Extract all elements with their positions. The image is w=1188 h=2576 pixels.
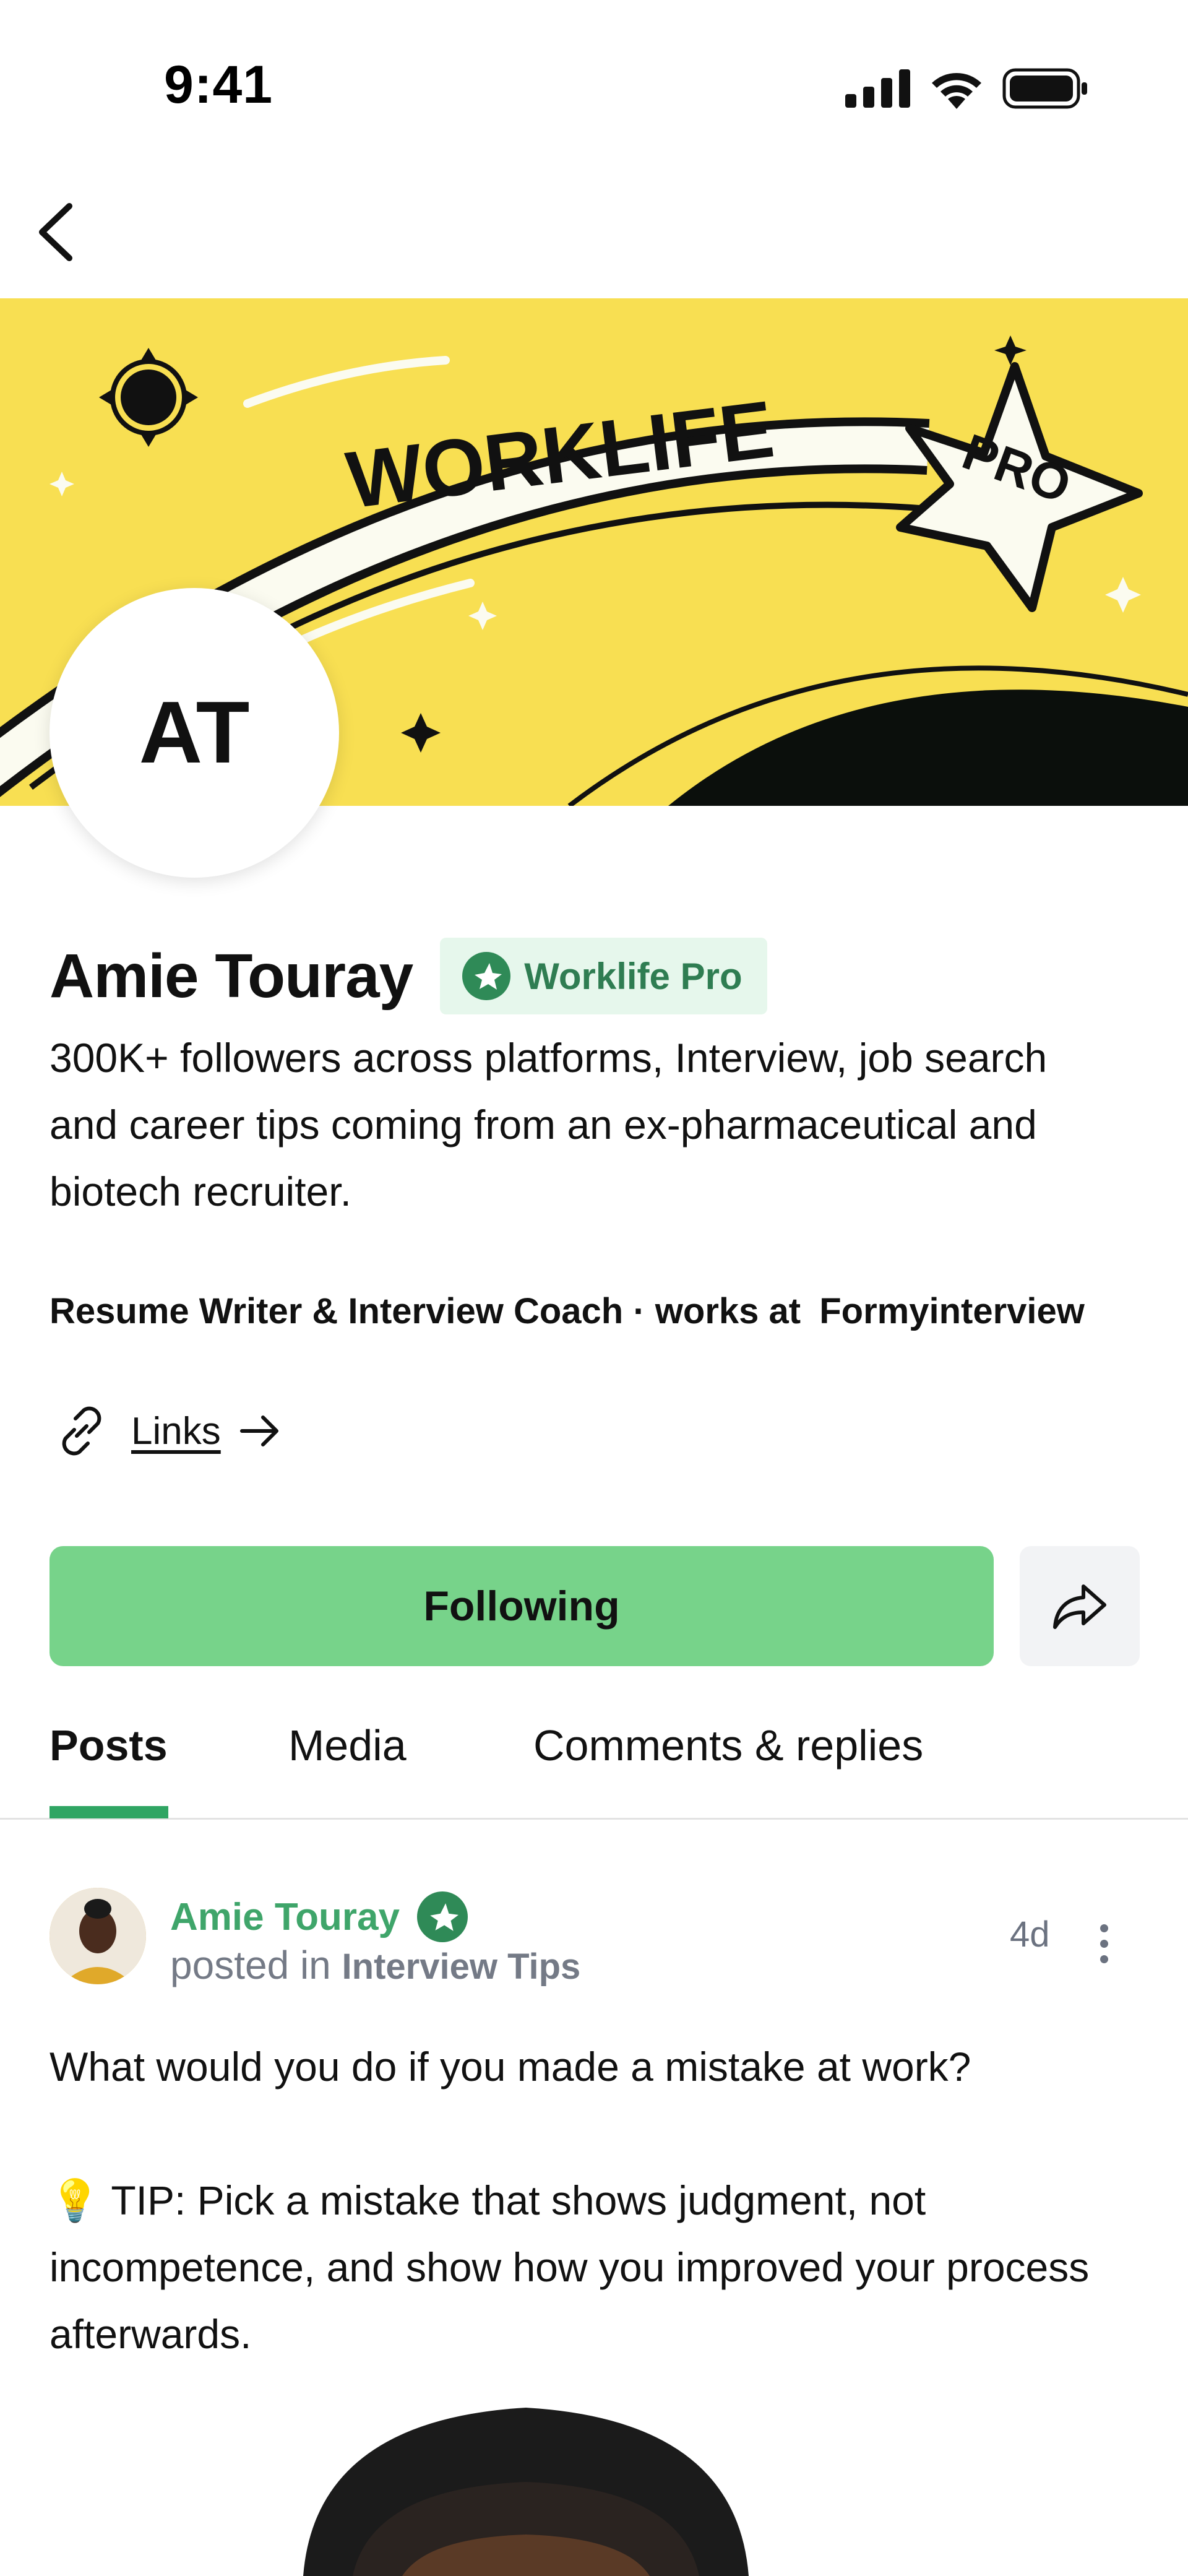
post-card: Amie Touray posted in Interview Tips 4d … [0,1882,1188,2576]
post-image[interactable] [278,2395,773,2576]
status-icons [845,67,1089,110]
chevron-left-icon [39,203,72,261]
post-author-name[interactable]: Amie Touray [170,1895,400,1939]
works-at-label: works at [655,1291,801,1331]
active-tab-indicator [50,1806,168,1818]
profile-name-row: Amie Touray Worklife Pro [50,938,767,1014]
tab-posts[interactable]: Posts [50,1721,168,1770]
links-label[interactable]: Links [131,1409,221,1453]
post-author-row: Amie Touray [170,1891,468,1942]
posted-in-label: posted in [170,1943,331,1987]
post-body: What would you do if you made a mistake … [50,2033,1126,2367]
tab-media[interactable]: Media [288,1721,407,1770]
post-question: What would you do if you made a mistake … [50,2044,971,2090]
post-author-avatar[interactable] [50,1888,146,1984]
following-button[interactable]: Following [50,1546,994,1666]
post-tip: 💡 TIP: Pick a mistake that shows judgmen… [50,2177,1090,2357]
profile-tabs: Posts Media Comments & replies [0,1708,1188,1820]
link-icon [62,1406,101,1456]
links-row[interactable]: Links [50,1399,282,1463]
tab-comments-replies[interactable]: Comments & replies [533,1721,923,1770]
pro-star-icon [416,1891,468,1942]
status-bar: 9:41 [0,0,1188,179]
share-icon [1053,1584,1106,1629]
profile-role-line: Resume Writer & Interview Coach · works … [50,1290,1085,1332]
profile-role: Resume Writer & Interview Coach [50,1291,624,1331]
pro-star-icon [462,952,511,1000]
post-meta: posted in Interview Tips [170,1942,580,1988]
pro-badge-label: Worklife Pro [524,955,742,997]
role-separator: · [633,1291,655,1331]
worklife-pro-badge[interactable]: Worklife Pro [440,938,767,1014]
signal-icon [845,69,910,108]
profile-company[interactable]: Formyinterview [819,1291,1085,1331]
more-options-button[interactable] [1079,1919,1129,1968]
wifi-icon [932,73,981,109]
profile-bio: 300K+ followers across platforms, Interv… [50,1035,1048,1214]
battery-icon [1002,68,1087,109]
post-timestamp: 4d [1010,1914,1050,1955]
post-community[interactable]: Interview Tips [342,1947,581,1987]
arrow-right-icon [239,1416,278,1446]
status-time: 9:41 [164,55,273,115]
share-button[interactable] [1020,1546,1140,1666]
sun-icon [99,348,198,447]
profile-name: Amie Touray [50,941,413,1011]
back-button[interactable] [19,195,93,269]
profile-avatar[interactable]: AT [50,588,339,878]
